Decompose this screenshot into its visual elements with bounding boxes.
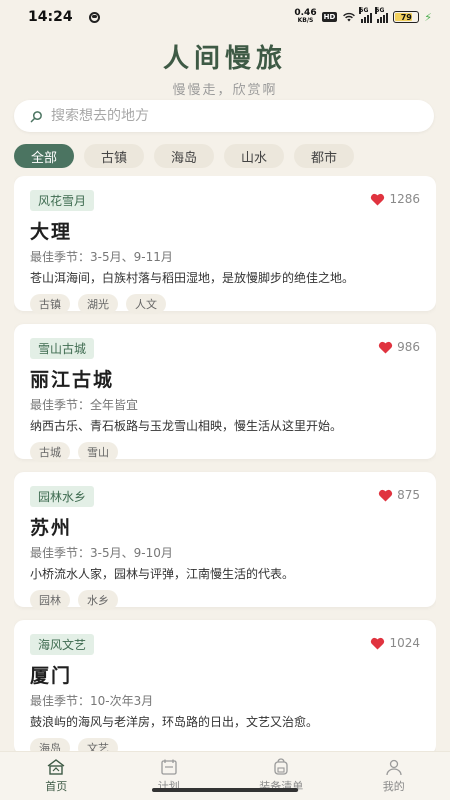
heart-icon[interactable] [370, 193, 385, 206]
feature-tag: 水乡 [78, 590, 118, 610]
destination-name: 大理 [30, 221, 73, 243]
notification-icon [88, 11, 100, 23]
backpack-icon [271, 758, 291, 776]
search-input[interactable] [51, 108, 391, 124]
battery-icon: 79 [393, 11, 420, 23]
feature-tag: 湖光 [78, 294, 118, 314]
destination-description: 鼓浪屿的海风与老洋房，环岛路的日出，文艺又治愈。 [30, 715, 319, 729]
destination-card[interactable]: 风花雪月 1286 大理最佳季节：3-5月、9-11月苍山洱海间，白族村落与稻田湿地… [14, 176, 436, 314]
like-count[interactable]: 875 [378, 488, 420, 502]
network-speed: 0.46 KB/S [294, 9, 316, 25]
like-count-value: 1024 [389, 636, 420, 650]
feature-tags: 园林 水乡 [30, 590, 420, 610]
destination-description: 纳西古乐、青石板路与玉龙雪山相映，慢生活从这里开始。 [30, 419, 343, 433]
hd-badge: HD [321, 12, 338, 22]
destination-card[interactable]: 海风文艺 1024 厦门最佳季节：10-次年3月鼓浪屿的海风与老洋房，环岛路的日出，… [14, 620, 436, 751]
tab-calendar[interactable]: 计划 [113, 752, 226, 800]
best-season: 最佳季节：3-5月、9-11月 [30, 250, 173, 264]
theme-tag: 雪山古城 [30, 338, 95, 359]
feature-tag: 人文 [126, 294, 166, 314]
feature-tags: 古城 雪山 [30, 442, 420, 462]
theme-tag: 海风文艺 [30, 634, 95, 655]
wifi-icon [343, 12, 356, 22]
best-season: 最佳季节：全年皆宜 [30, 398, 139, 412]
like-count[interactable]: 986 [378, 340, 420, 354]
feature-tag: 文艺 [78, 738, 118, 751]
charging-icon: ⚡ [424, 10, 432, 24]
tab-profile[interactable]: 我的 [338, 752, 450, 800]
destination-description: 苍山洱海间，白族村落与稻田湿地，是放慢脚步的绝佳之地。 [30, 271, 355, 285]
tab-label: 我的 [382, 780, 405, 793]
status-time: 14:24 [28, 9, 73, 25]
like-count-value: 1286 [389, 192, 420, 206]
search-bar[interactable] [14, 100, 434, 132]
destination-list: 风花雪月 1286 大理最佳季节：3-5月、9-11月苍山洱海间，白族村落与稻田湿地… [14, 176, 436, 751]
feature-tag: 园林 [30, 590, 70, 610]
best-season: 最佳季节：10-次年3月 [30, 694, 154, 708]
theme-tag: 园林水乡 [30, 486, 95, 507]
destination-card[interactable]: 园林水乡 875 苏州最佳季节：3-5月、9-10月小桥流水人家，园林与评弹，江南慢… [14, 472, 436, 610]
filter-chip-4[interactable]: 都市 [294, 144, 354, 168]
destination-name: 厦门 [30, 665, 73, 687]
feature-tag: 古城 [30, 442, 70, 462]
app-subtitle: 慢慢走，欣赏啊 [172, 83, 278, 98]
like-count[interactable]: 1286 [370, 192, 420, 206]
status-bar: 14:24 0.46 KB/S HD 5G 5G 79 ⚡ [0, 0, 450, 34]
tab-label: 首页 [45, 780, 68, 793]
home-indicator[interactable] [152, 788, 298, 792]
like-count-value: 986 [397, 340, 420, 354]
best-season: 最佳季节：3-5月、9-10月 [30, 546, 173, 560]
signal-icon-2: 5G [375, 6, 389, 23]
battery-value: 79 [400, 12, 412, 22]
feature-tag: 古镇 [30, 294, 70, 314]
destination-description: 小桥流水人家，园林与评弹，江南慢生活的代表。 [30, 567, 295, 581]
feature-tag: 雪山 [78, 442, 118, 462]
search-icon [30, 110, 42, 122]
calendar-icon [159, 758, 179, 776]
heart-icon[interactable] [378, 489, 393, 502]
signal-type-1: 5G [359, 6, 369, 14]
tab-backpack[interactable]: 装备清单 [225, 752, 338, 800]
feature-tags: 海岛 文艺 [30, 738, 420, 751]
filter-chip-2[interactable]: 海岛 [154, 144, 214, 168]
network-speed-value: 0.46 [294, 8, 317, 18]
app-title: 人间慢旅 [162, 44, 287, 74]
destination-name: 苏州 [30, 517, 73, 539]
like-count[interactable]: 1024 [370, 636, 420, 650]
destination-name: 丽江古城 [30, 369, 115, 391]
app-header: 人间慢旅 慢慢走，欣赏啊 [0, 38, 450, 98]
theme-tag: 风花雪月 [30, 190, 95, 211]
filter-chip-1[interactable]: 古镇 [84, 144, 144, 168]
profile-icon [384, 758, 404, 776]
bottom-tab-bar: 首页 计划 装备清单我的 [0, 751, 450, 800]
status-indicators: 0.46 KB/S HD 5G 5G 79 ⚡ [294, 6, 432, 25]
feature-tags: 古镇 湖光 人文 [30, 294, 420, 314]
category-filters: 全部 古镇 海岛 山水 都市 [14, 144, 354, 168]
heart-icon[interactable] [370, 637, 385, 650]
network-speed-unit: KB/S [297, 17, 314, 24]
tab-home[interactable]: 首页 [0, 752, 113, 800]
signal-type-2: 5G [375, 6, 385, 14]
heart-icon[interactable] [378, 341, 393, 354]
like-count-value: 875 [397, 488, 420, 502]
home-icon [46, 758, 66, 776]
filter-chip-3[interactable]: 山水 [224, 144, 284, 168]
filter-chip-0[interactable]: 全部 [14, 144, 74, 168]
destination-card[interactable]: 雪山古城 986 丽江古城最佳季节：全年皆宜纳西古乐、青石板路与玉龙雪山相映，慢生活… [14, 324, 436, 462]
signal-icon: 5G [359, 6, 373, 23]
feature-tag: 海岛 [30, 738, 70, 751]
